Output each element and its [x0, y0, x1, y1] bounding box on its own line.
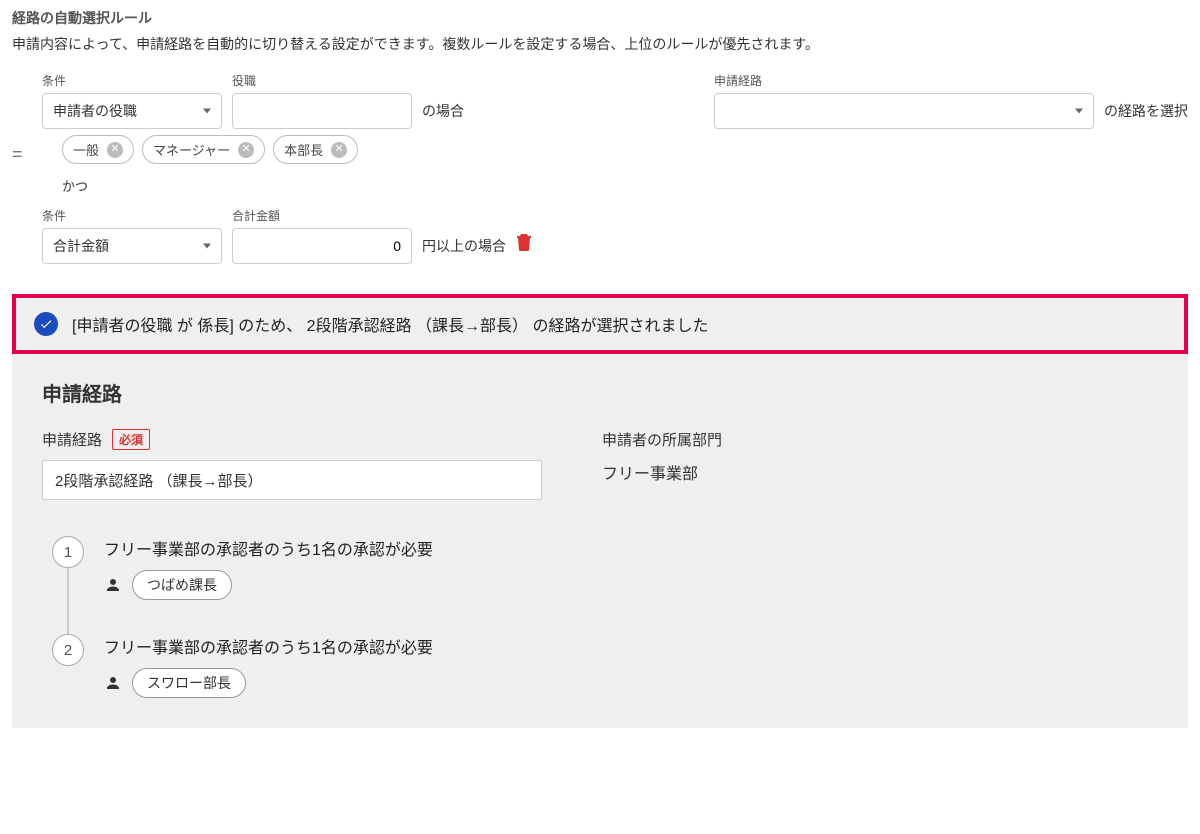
condition2-label: 条件: [42, 207, 222, 224]
condition2-select-value: 合計金額: [53, 238, 109, 254]
alert-text: [申請者の役職 が 係長] のため、 2段階承認経路 （課長→部長） の経路が選…: [72, 312, 708, 336]
required-badge: 必須: [112, 429, 150, 450]
position-input[interactable]: [232, 93, 412, 129]
and-label: かつ: [42, 174, 1188, 207]
step-title: フリー事業部の承認者のうち1名の承認が必要: [104, 634, 1158, 658]
close-icon[interactable]: ✕: [107, 142, 123, 158]
step-title: フリー事業部の承認者のうち1名の承認が必要: [104, 536, 1158, 560]
route-select-top[interactable]: [714, 93, 1094, 129]
close-icon[interactable]: ✕: [331, 142, 347, 158]
row2-suffix: 円以上の場合: [422, 236, 506, 264]
delete-icon[interactable]: [516, 233, 532, 264]
panel-title: 申請経路: [42, 378, 1158, 407]
row1-suffix: の場合: [422, 101, 464, 129]
approval-step: 1 フリー事業部の承認者のうち1名の承認が必要 つばめ課長: [52, 536, 1158, 634]
result-panel: [申請者の役職 が 係長] のため、 2段階承認経路 （課長→部長） の経路が選…: [12, 294, 1188, 728]
position-chips: 一般 ✕ マネージャー ✕ 本部長 ✕: [42, 129, 1188, 174]
route-field-label: 申請経路: [42, 429, 102, 450]
condition2-select[interactable]: 合計金額: [42, 228, 222, 264]
alert-banner: [申請者の役職 が 係長] のため、 2段階承認経路 （課長→部長） の経路が選…: [12, 294, 1188, 354]
step-number: 2: [52, 634, 84, 666]
condition-select[interactable]: 申請者の役職: [42, 93, 222, 129]
condition-select-value: 申請者の役職: [53, 103, 137, 119]
position-label: 役職: [232, 72, 412, 89]
person-icon: [104, 576, 122, 594]
approver-chip[interactable]: スワロー部長: [132, 668, 246, 698]
route-select[interactable]: 2段階承認経路 （課長→部長）: [42, 460, 542, 500]
check-circle-icon: [34, 312, 58, 336]
chip-label: 本部長: [284, 140, 323, 159]
section-title: 経路の自動選択ルール: [12, 8, 1188, 28]
condition-label: 条件: [42, 72, 222, 89]
chip[interactable]: 本部長 ✕: [273, 135, 358, 164]
section-description: 申請内容によって、申請経路を自動的に切り替える設定ができます。複数ルールを設定す…: [12, 34, 1188, 54]
chip[interactable]: 一般 ✕: [62, 135, 134, 164]
route-suffix: の経路を選択: [1104, 101, 1188, 129]
amount-input[interactable]: [232, 228, 412, 264]
drag-handle-icon[interactable]: =: [12, 144, 23, 165]
person-icon: [104, 674, 122, 692]
approval-step: 2 フリー事業部の承認者のうち1名の承認が必要 スワロー部長: [52, 634, 1158, 698]
dept-label: 申請者の所属部門: [602, 429, 722, 450]
route-select-value: 2段階承認経路 （課長→部長）: [55, 470, 263, 491]
step-number: 1: [52, 536, 84, 568]
approval-steps: 1 フリー事業部の承認者のうち1名の承認が必要 つばめ課長 2 フリー事業部の承…: [42, 536, 1158, 698]
approver-chip[interactable]: つばめ課長: [132, 570, 232, 600]
route-label: 申請経路: [714, 72, 1094, 89]
amount-label: 合計金額: [232, 207, 412, 224]
rule-editor: = 条件 申請者の役職 役職 の場合 申請経路 の経路を選択 一般 ✕: [12, 72, 1188, 264]
chip-label: マネージャー: [153, 140, 230, 159]
chip[interactable]: マネージャー ✕: [142, 135, 265, 164]
dept-value: フリー事業部: [602, 460, 722, 484]
close-icon[interactable]: ✕: [238, 142, 254, 158]
chip-label: 一般: [73, 140, 99, 159]
